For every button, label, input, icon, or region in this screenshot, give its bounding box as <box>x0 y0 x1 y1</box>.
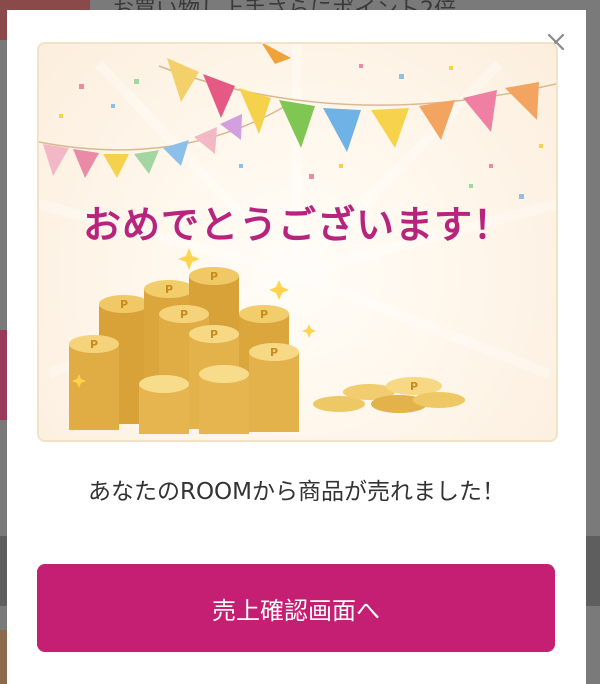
coin-label: P <box>180 308 188 321</box>
view-sales-button[interactable]: 売上確認画面へ <box>37 564 555 652</box>
coin-label: P <box>410 380 418 393</box>
coin-label: P <box>270 346 278 359</box>
coin-label: P <box>90 338 98 351</box>
coin-stacks <box>69 267 465 434</box>
coin-label: P <box>120 298 128 311</box>
bunting-flags <box>167 44 539 152</box>
coin-label: P <box>210 270 218 283</box>
coin-label: P <box>260 308 268 321</box>
bunting-flags <box>43 114 242 178</box>
sale-message: あなたのROOMから商品が売れました！ <box>87 479 506 505</box>
coin-label: P <box>210 328 218 341</box>
coin-label: P <box>165 283 173 296</box>
sale-notification-modal: P P P P P P P P P おめでとうございます！ あなたのROOMから… <box>7 10 586 684</box>
celebration-banner: P P P P P P P P P おめでとうございます！ <box>37 42 558 442</box>
congratulations-title: おめでとうございます！ <box>82 203 512 247</box>
